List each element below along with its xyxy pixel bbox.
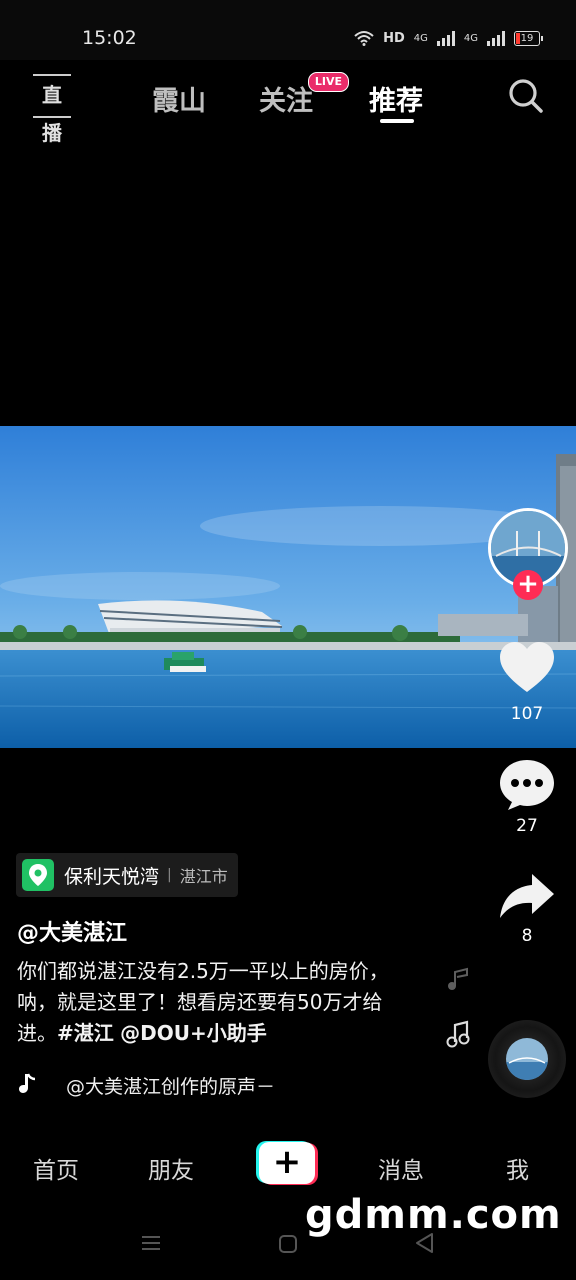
video-frame[interactable] (0, 426, 576, 748)
live-badge: LIVE (308, 72, 349, 92)
location-separator: | (167, 867, 172, 883)
active-tab-indicator (380, 119, 414, 123)
music-note-icon-2 (446, 1020, 470, 1048)
signal-icon-2 (487, 30, 505, 46)
nav-friends[interactable]: 朋友 (148, 1151, 194, 1185)
network-4g-label-2: 4G (463, 32, 478, 44)
plus-icon: + (259, 1142, 315, 1184)
status-time: 15:02 (82, 27, 137, 49)
nav-profile[interactable]: 我 (506, 1151, 529, 1185)
share-count: 8 (521, 926, 533, 946)
heart-icon[interactable] (498, 640, 556, 696)
music-title[interactable]: @大美湛江创作的原声－ (66, 1072, 275, 1099)
location-name: 保利天悦湾 (64, 865, 160, 888)
battery-level: 19 (520, 32, 534, 44)
location-city: 湛江市 (179, 867, 228, 886)
location-pin-icon (22, 859, 54, 891)
tiktok-note-icon (19, 1073, 36, 1093)
nav-messages[interactable]: 消息 (378, 1151, 424, 1185)
share-icon[interactable] (498, 872, 556, 920)
search-icon[interactable] (508, 78, 544, 114)
signal-icon (436, 30, 455, 46)
live-tv-icon[interactable]: 直播 (33, 74, 71, 145)
battery-icon: 19 (514, 30, 543, 46)
music-note-icon (448, 967, 468, 990)
location-tag[interactable]: 保利天悦湾 | 湛江市 (16, 853, 238, 897)
system-home-icon[interactable] (278, 1234, 298, 1254)
hashtag-link[interactable]: #湛江 (57, 1021, 114, 1045)
mention-link[interactable]: @DOU+小助手 (120, 1021, 267, 1045)
tab-following[interactable]: 关注 (259, 79, 313, 118)
wifi-icon (354, 31, 374, 46)
comment-icon[interactable] (498, 757, 556, 811)
author-name[interactable]: @大美湛江 (17, 915, 127, 947)
network-4g-label: 4G (413, 32, 428, 44)
comment-count: 27 (516, 816, 538, 836)
status-icons: HD 4G 4G 19 (354, 27, 543, 49)
system-menu-icon[interactable] (141, 1234, 161, 1252)
like-count: 107 (510, 704, 544, 724)
music-disc-cover (506, 1038, 548, 1080)
nav-home[interactable]: 首页 (33, 1151, 79, 1185)
tab-local[interactable]: 霞山 (152, 79, 206, 118)
tab-recommend[interactable]: 推荐 (369, 79, 423, 118)
system-back-icon[interactable] (413, 1232, 435, 1254)
video-description: 你们都说湛江没有2.5万一平以上的房价，呐，就是这里了！想看房还要有50万才给进… (17, 956, 417, 1049)
follow-button[interactable]: + (513, 570, 543, 600)
hd-label: HD (383, 30, 405, 46)
create-video-button[interactable]: + (256, 1141, 318, 1185)
